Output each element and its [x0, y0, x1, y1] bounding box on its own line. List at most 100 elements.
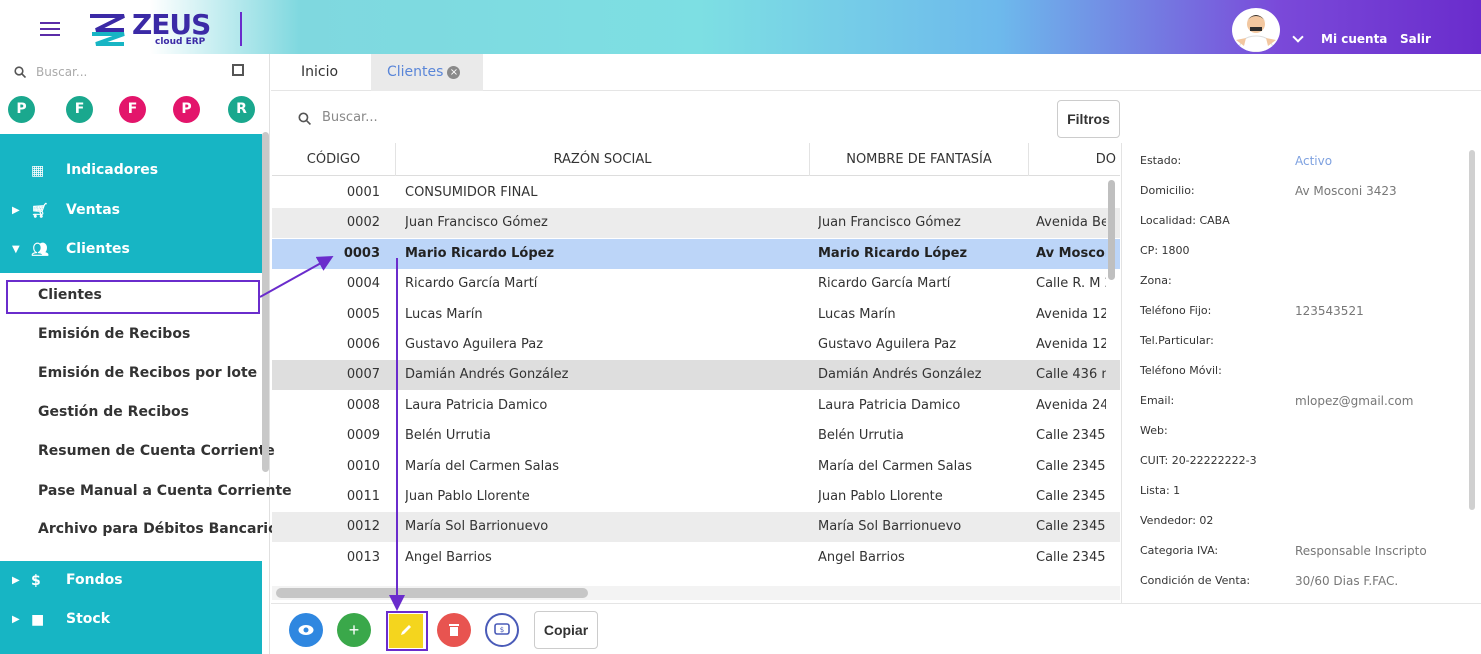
favorite-f-2[interactable]: F	[119, 96, 146, 123]
table-row[interactable]: 0005 Lucas Marín Lucas Marín Avenida 12	[272, 300, 1120, 330]
details-scrollbar[interactable]	[1469, 150, 1475, 510]
detail-label: Zona:	[1140, 274, 1172, 287]
table-row[interactable]: 0013 Angel Barrios Angel Barrios Calle 2345…	[272, 543, 1120, 573]
nombre-fantasia-cell: Belén Urrutia	[818, 428, 904, 444]
sidebar-search[interactable]: Buscar...	[0, 54, 270, 92]
razon-social-cell: Angel Barrios	[405, 549, 492, 565]
razon-social-cell: María del Carmen Salas	[405, 458, 559, 474]
sidebar-search-placeholder: Buscar...	[36, 65, 88, 79]
clients-table: CÓDIGO RAZÓN SOCIAL NOMBRE DE FANTASÍA D…	[272, 143, 1120, 603]
logo: ZEUS cloud ERP	[88, 8, 218, 47]
detail-label: Vendedor: 02	[1140, 514, 1214, 527]
filters-button[interactable]: Filtros	[1057, 100, 1120, 138]
highlight-clientes-menu	[6, 280, 260, 314]
delete-button[interactable]	[437, 613, 471, 647]
col-header-domicilio[interactable]: DO	[1029, 143, 1120, 176]
sub-item-resumen-cuenta[interactable]: Resumen de Cuenta Corriente	[38, 443, 275, 459]
account-statement-button[interactable]: $	[485, 613, 519, 647]
eye-icon	[298, 625, 314, 635]
domicilio-cell: Calle R. M 2	[1036, 276, 1106, 292]
chevron-down-icon[interactable]	[1292, 31, 1304, 43]
box-icon: ■	[31, 612, 45, 628]
col-header-razon-social[interactable]: RAZÓN SOCIAL	[396, 143, 810, 176]
favorite-f-1[interactable]: F	[66, 96, 93, 123]
caret-right-icon: ▶	[12, 614, 20, 625]
detail-label: Estado:	[1140, 154, 1182, 167]
nombre-fantasia-cell: Juan Francisco Gómez	[818, 215, 961, 231]
nav-item-indicadores[interactable]: ▦ Indicadores	[0, 152, 262, 190]
domicilio-cell	[1036, 178, 1106, 208]
detail-label: Email:	[1140, 394, 1175, 407]
code-cell: 0009	[346, 428, 380, 444]
col-header-codigo[interactable]: CÓDIGO	[272, 143, 396, 176]
detail-label: Condición de Venta:	[1140, 574, 1251, 587]
nombre-fantasia-cell	[818, 178, 1028, 208]
favorite-p-1[interactable]: P	[8, 96, 35, 123]
table-row[interactable]: 0009 Belén Urrutia Belén Urrutia Calle 2345…	[272, 421, 1120, 451]
svg-text:$: $	[500, 626, 504, 634]
razon-social-cell: Damián Andrés González	[405, 367, 569, 383]
detail-label: Categoria IVA:	[1140, 544, 1219, 557]
table-horizontal-scrollbar[interactable]	[276, 588, 588, 598]
user-avatar[interactable]	[1232, 8, 1280, 52]
detail-label: Teléfono Fijo:	[1140, 304, 1212, 317]
table-row[interactable]: 0001 CONSUMIDOR FINAL	[272, 178, 1120, 208]
detail-value: Av Mosconi 3423	[1295, 184, 1397, 198]
close-icon[interactable]: ×	[447, 65, 461, 79]
domicilio-cell: Avenida 12	[1036, 306, 1106, 322]
nav-item-fondos[interactable]: ▶ $ Fondos	[0, 562, 262, 600]
detail-label: Teléfono Móvil:	[1140, 364, 1222, 377]
razon-social-cell: Gustavo Aguilera Paz	[405, 337, 544, 352]
sub-item-archivo-debitos[interactable]: Archivo para Débitos Bancarios	[38, 521, 286, 537]
sub-item-gestion-recibos[interactable]: Gestión de Recibos	[38, 404, 189, 420]
menu-icon[interactable]	[40, 22, 60, 36]
table-vertical-scrollbar[interactable]	[1108, 180, 1115, 280]
tab-clientes[interactable]: Clientes ×	[371, 54, 483, 91]
table-row[interactable]: 0002 Juan Francisco Gómez Juan Francisco G…	[272, 208, 1120, 239]
sub-item-emision-recibos[interactable]: Emisión de Recibos	[38, 326, 190, 342]
my-account-link[interactable]: Mi cuenta	[1321, 32, 1387, 46]
expand-icon[interactable]	[232, 64, 244, 76]
col-header-nombre-fantasia[interactable]: NOMBRE DE FANTASÍA	[810, 143, 1029, 176]
view-button[interactable]	[289, 613, 323, 647]
table-row[interactable]: 0006 Gustavo Aguilera Paz Gustavo Aguilera…	[272, 330, 1120, 360]
code-cell: 0002	[346, 215, 380, 231]
razon-social-cell: Ricardo García Martí	[405, 276, 538, 292]
table-row[interactable]: 0008 Laura Patricia Damico Laura Patricia …	[272, 391, 1120, 421]
detail-label: CUIT: 20-22222222-3	[1140, 454, 1257, 467]
nav-item-stock[interactable]: ▶ ■ Stock	[0, 601, 262, 639]
domicilio-cell: Calle 2345 i	[1036, 489, 1106, 504]
logo-subtitle: cloud ERP	[155, 37, 206, 47]
table-row[interactable]: 0011 Juan Pablo Llorente Juan Pablo Lloren…	[272, 482, 1120, 512]
table-row[interactable]: 0010 María del Carmen Salas María del Carm…	[272, 452, 1120, 482]
nombre-fantasia-cell: Angel Barrios	[818, 549, 905, 565]
nav-item-ventas[interactable]: ▶ 🛒︎ Ventas	[0, 192, 262, 230]
add-button[interactable]: +	[337, 613, 371, 647]
main-search[interactable]: Buscar...	[298, 110, 698, 130]
table-row[interactable]: 0003 Mario Ricardo López Mario Ricardo Lóp…	[272, 238, 1120, 269]
razon-social-cell: Belén Urrutia	[405, 428, 491, 444]
logo-mark-icon	[90, 14, 125, 46]
logout-link[interactable]: Salir	[1400, 32, 1431, 46]
sub-item-pase-manual[interactable]: Pase Manual a Cuenta Corriente	[38, 483, 292, 499]
nombre-fantasia-cell: Ricardo García Martí	[818, 276, 951, 292]
table-row[interactable]: 0007 Damián Andrés González Damián Andrés …	[272, 360, 1120, 391]
favorite-p-2[interactable]: P	[173, 96, 200, 123]
razon-social-cell: Juan Pablo Llorente	[405, 489, 530, 504]
nombre-fantasia-cell: Damián Andrés González	[818, 367, 982, 383]
domicilio-cell: Avenida 12	[1036, 337, 1106, 352]
favorite-r-1[interactable]: R	[228, 96, 255, 123]
code-cell: 0013	[346, 549, 380, 565]
table-row[interactable]: 0004 Ricardo García Martí Ricardo García M…	[272, 269, 1120, 299]
code-cell: 0006	[346, 337, 380, 352]
nav-item-clientes[interactable]: ▼ 👥︎ Clientes	[0, 231, 262, 269]
razon-social-cell: Lucas Marín	[405, 306, 483, 322]
detail-label: Domicilio:	[1140, 184, 1195, 197]
sidebar: Buscar... P F F P R ▦ Indicadores ▶ 🛒︎ V…	[0, 54, 292, 654]
table-row[interactable]: 0012 María Sol Barrionuevo María Sol Barri…	[272, 512, 1120, 543]
sidebar-scrollbar[interactable]	[262, 132, 269, 472]
sub-item-emision-recibos-lote[interactable]: Emisión de Recibos por lote	[38, 365, 257, 381]
copy-button[interactable]: Copiar	[534, 611, 598, 649]
main-search-placeholder: Buscar...	[322, 110, 378, 125]
tab-inicio[interactable]: Inicio	[285, 54, 354, 91]
